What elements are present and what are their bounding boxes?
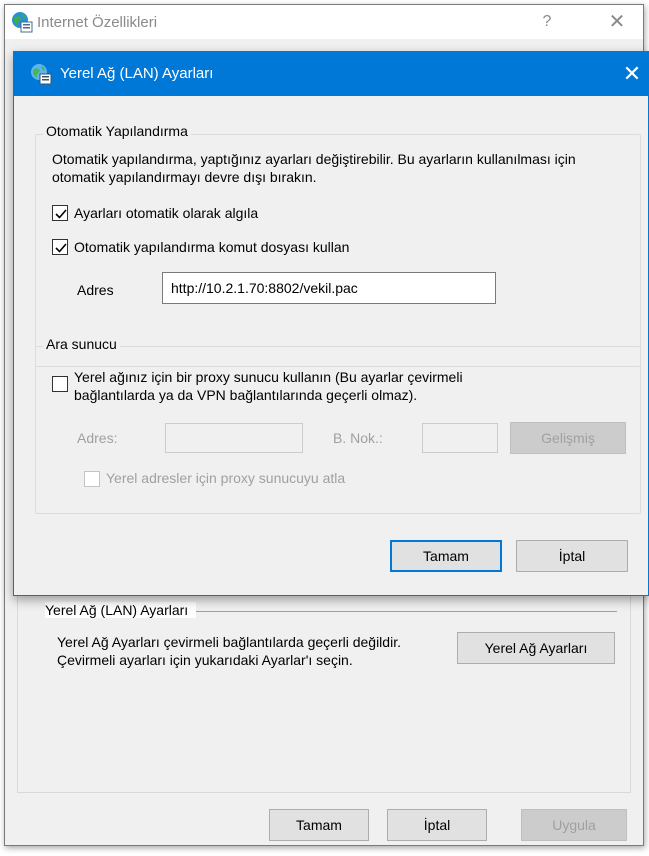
auto-config-group-title: Otomatik Yapılandırma xyxy=(43,123,191,139)
lan-settings-dialog: Yerel Ağ (LAN) Ayarları ✕ Otomatik Yapıl… xyxy=(13,51,649,596)
auto-config-description: Otomatik yapılandırma, yaptığınız ayarla… xyxy=(52,151,576,185)
use-config-script-checkbox[interactable] xyxy=(52,239,68,255)
dialog-cancel-button[interactable]: İptal xyxy=(516,540,628,572)
outer-apply-button[interactable]: Uygula xyxy=(521,809,627,841)
script-address-label: Adres xyxy=(77,282,114,298)
close-icon[interactable]: ✕ xyxy=(603,9,631,35)
dialog-ok-button[interactable]: Tamam xyxy=(390,540,502,572)
outer-window-title: Internet Özellikleri xyxy=(37,14,158,31)
script-address-input[interactable]: http://10.2.1.70:8802/vekil.pac xyxy=(162,272,496,304)
outer-titlebar[interactable]: Internet Özellikleri ? ✕ xyxy=(5,5,643,39)
help-icon[interactable]: ? xyxy=(535,9,559,35)
connections-panel xyxy=(17,591,631,793)
check-icon xyxy=(55,243,67,253)
proxy-address-label: Adres: xyxy=(77,430,118,446)
use-proxy-label-line2[interactable]: bağlantılarda ya da VPN bağlantılarında … xyxy=(74,387,417,403)
bypass-local-label[interactable]: Yerel adresler için proxy sunucuyu atla xyxy=(106,470,345,486)
auto-detect-label[interactable]: Ayarları otomatik olarak algıla xyxy=(74,205,258,221)
advanced-button[interactable]: Gelişmiş xyxy=(510,422,626,454)
use-proxy-label-line1[interactable]: Yerel ağınız için bir proxy sunucu kulla… xyxy=(74,369,463,385)
proxy-port-label: B. Nok.: xyxy=(333,430,383,446)
outer-ok-button[interactable]: Tamam xyxy=(269,809,369,841)
proxy-port-input[interactable] xyxy=(422,423,498,453)
proxy-group-title: Ara sunucu xyxy=(43,336,120,352)
bypass-local-checkbox[interactable] xyxy=(84,471,100,487)
outer-cancel-button[interactable]: İptal xyxy=(387,809,487,841)
close-icon[interactable]: ✕ xyxy=(618,60,646,88)
dialog-title: Yerel Ağ (LAN) Ayarları xyxy=(60,65,214,82)
check-icon xyxy=(55,209,67,219)
internet-options-icon xyxy=(30,63,52,85)
use-proxy-checkbox[interactable] xyxy=(52,376,68,392)
use-config-script-label[interactable]: Otomatik yapılandırma komut dosyası kull… xyxy=(74,239,349,255)
proxy-address-input[interactable] xyxy=(165,423,303,453)
auto-detect-checkbox[interactable] xyxy=(52,205,68,221)
internet-options-icon xyxy=(11,11,33,33)
dialog-titlebar[interactable]: Yerel Ağ (LAN) Ayarları ✕ xyxy=(14,52,648,96)
